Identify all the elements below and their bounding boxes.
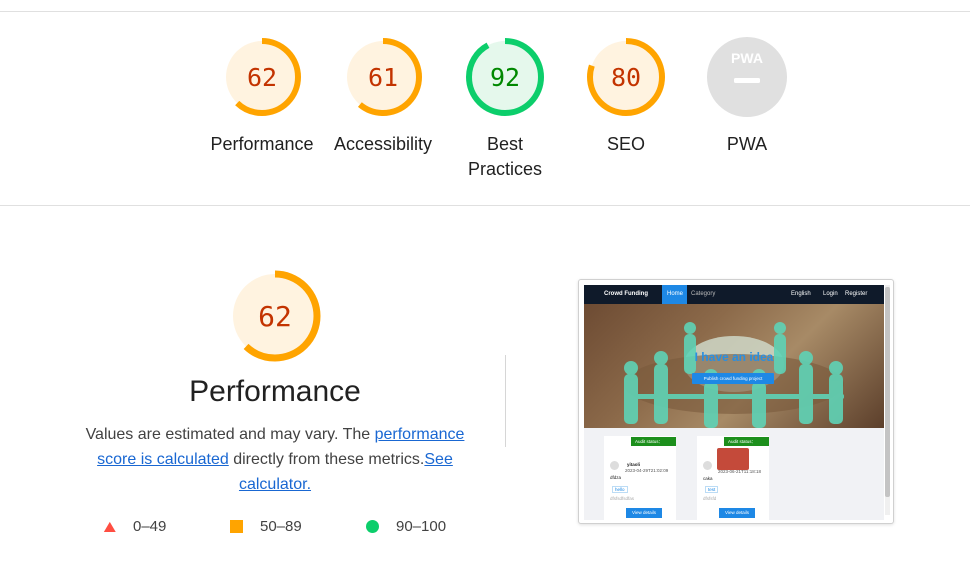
card-desc: dfsfsfd (703, 496, 717, 501)
svg-text:PWA: PWA (731, 50, 763, 66)
square-icon (230, 520, 243, 533)
screenshot-publish-button: Publish crowd funding project (692, 373, 774, 384)
card-tag: hello (612, 486, 628, 493)
card-avatar (703, 461, 712, 470)
vertical-divider (505, 355, 506, 447)
screenshot-card: Audit status： Passed yitaoli 2023-04-29T… (604, 436, 676, 520)
screenshot-scrollbar (885, 285, 890, 515)
screenshot-nav-register: Register (845, 291, 868, 297)
screenshot-nav-category: Category (691, 291, 716, 297)
gauge-performance[interactable]: 62 Performance (197, 36, 327, 157)
legend-fail: 0–49 (103, 518, 166, 535)
card-view-details-button: View details (626, 508, 662, 518)
screenshot-navbar: Crowd Funding Home Category English Logi… (584, 285, 884, 304)
gauge-best-practices[interactable]: 92 Best Practices (440, 36, 570, 182)
performance-description: Values are estimated and may vary. The p… (80, 422, 470, 497)
pwa-label: PWA (726, 134, 768, 154)
seo-gauge-ring: 80 (587, 38, 665, 116)
card-user: yitaoli (627, 462, 641, 467)
triangle-icon (103, 521, 116, 532)
accessibility-gauge-ring: 61 (344, 38, 422, 116)
performance-score: 62 (247, 63, 277, 92)
performance-title: Performance (189, 375, 361, 408)
performance-detail-gauge: 62 (229, 270, 321, 367)
card-avatar (610, 461, 619, 470)
card-date: 2023-06-21T11:18:18 (718, 469, 761, 474)
card-status-badge: Audit status： Passed (724, 437, 769, 453)
screenshot-nav-home: Home (667, 291, 684, 297)
card-desc: dfsfsdfsdfas (610, 496, 635, 501)
card-title: dfdza (610, 475, 622, 480)
screenshot-hero-title: I have an idea (694, 350, 774, 364)
accessibility-score: 61 (368, 63, 398, 92)
performance-gauge-ring: 62 (223, 38, 301, 116)
accessibility-label: Accessibility (333, 134, 433, 154)
card-date: 2023-04-29T21:02:09 (625, 468, 669, 473)
legend-pass: 90–100 (366, 518, 446, 535)
description-text-2: directly from these metrics. (228, 451, 425, 468)
screenshot-hero: I have an idea Publish crowd funding pro… (584, 304, 884, 428)
card-tag: test (705, 486, 719, 493)
best-practices-score: 92 (490, 63, 520, 92)
final-screenshot[interactable]: Crowd Funding Home Category English Logi… (578, 279, 894, 524)
screenshot-content: Audit status： Passed yitaoli 2023-04-29T… (584, 428, 884, 520)
legend-average: 50–89 (230, 518, 302, 535)
top-divider (0, 11, 970, 12)
legend-range: 50–89 (260, 518, 302, 535)
circle-icon (366, 520, 379, 533)
legend-range: 90–100 (396, 518, 447, 535)
performance-label: Performance (210, 134, 314, 154)
card-image (717, 448, 749, 470)
card-view-details-button: View details (719, 508, 755, 518)
screenshot-nav-english: English (791, 291, 811, 297)
card-title: caka (703, 476, 713, 481)
pwa-badge-icon: PWA (707, 37, 787, 117)
screenshot-card: Audit status： Passed 2023-06-21T11:18:18… (697, 436, 769, 520)
best-practices-label: Best Practices (467, 134, 543, 179)
gauge-accessibility[interactable]: 61 Accessibility (318, 36, 448, 157)
hero-people-illustration (624, 322, 844, 428)
card-status-badge: Audit status： Passed (631, 437, 676, 453)
seo-score: 80 (611, 63, 641, 92)
screenshot-nav-login: Login (823, 291, 838, 297)
section-divider (0, 205, 970, 206)
gauge-pwa[interactable]: PWA PWA (682, 36, 812, 157)
performance-detail-score: 62 (258, 300, 292, 333)
seo-label: SEO (606, 134, 645, 154)
gauge-seo[interactable]: 80 SEO (561, 36, 691, 157)
screenshot-brand: Crowd Funding (604, 291, 648, 297)
legend-range: 0–49 (133, 518, 167, 535)
best-practices-gauge-ring: 92 (466, 38, 544, 116)
description-text: Values are estimated and may vary. The (85, 426, 375, 443)
